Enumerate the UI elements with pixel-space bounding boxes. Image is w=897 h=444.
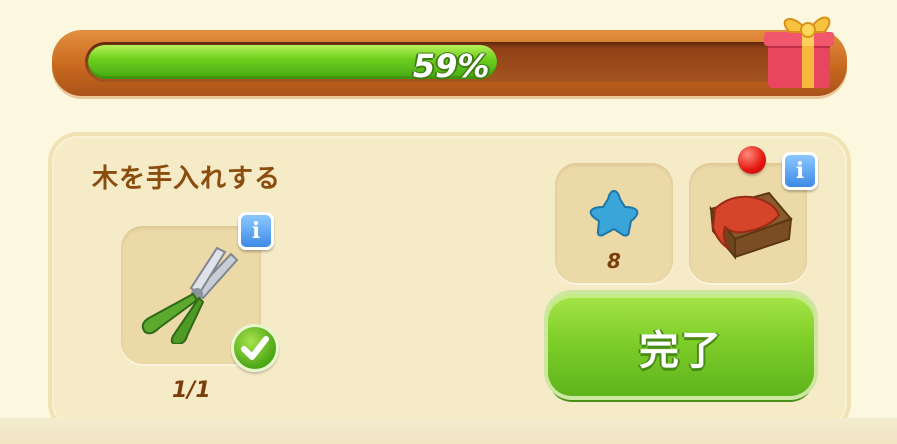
star-count: 8 xyxy=(607,249,621,273)
progress-track: 59% xyxy=(85,42,785,82)
wooden-crate-red-cloth-icon xyxy=(709,191,793,260)
tool-info-button[interactable]: i xyxy=(238,212,274,250)
task-card: 木を手入れする i 1/1 8 i 完了 xyxy=(52,136,847,429)
complete-button[interactable]: 完了 xyxy=(548,294,814,396)
blue-star-icon xyxy=(589,189,639,237)
gift-box-icon[interactable] xyxy=(762,4,836,92)
crate-info-button[interactable]: i xyxy=(782,152,818,190)
pruning-shears-icon xyxy=(141,246,239,344)
task-title: 木を手入れする xyxy=(92,164,282,194)
notification-dot xyxy=(738,146,766,174)
check-icon xyxy=(231,324,279,372)
tool-count: 1/1 xyxy=(172,378,211,403)
bottom-strip xyxy=(0,418,897,444)
progress-label: 59% xyxy=(412,47,490,82)
complete-button-label: 完了 xyxy=(639,328,723,374)
progress-fill: 59% xyxy=(88,45,498,82)
progress-bar-frame: 59% xyxy=(52,30,847,96)
reward-slot-star[interactable]: 8 xyxy=(555,163,673,283)
